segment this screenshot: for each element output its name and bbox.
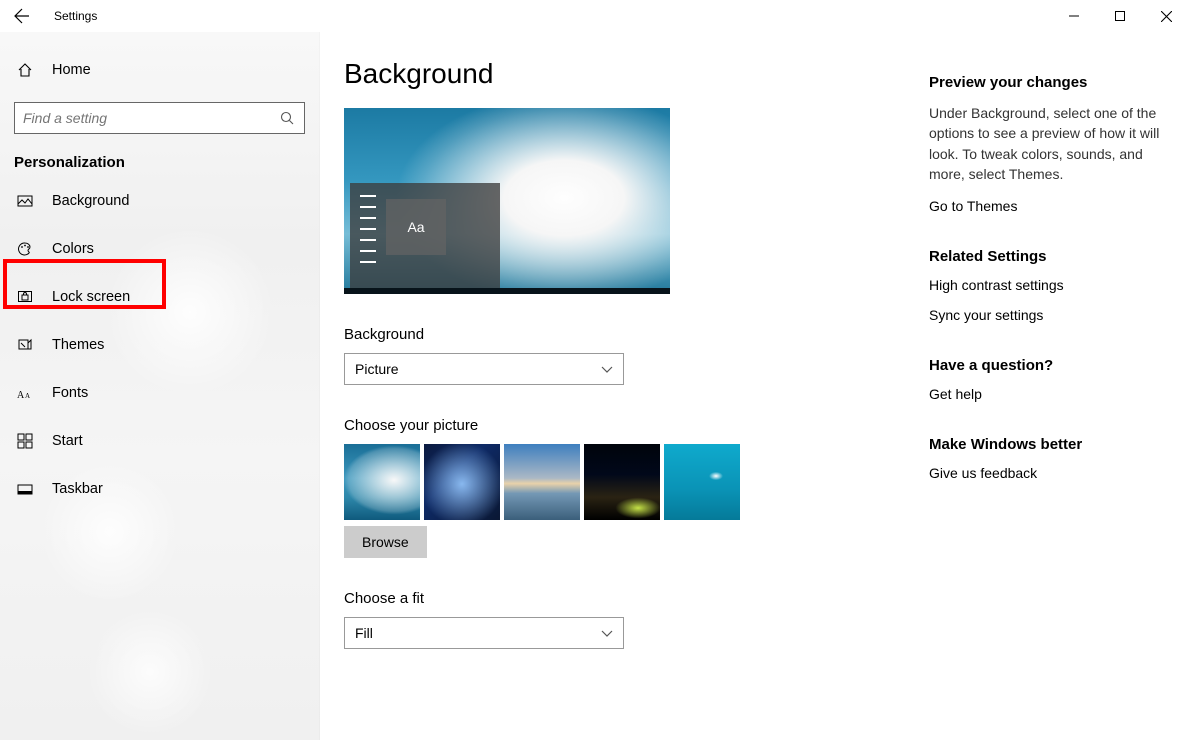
svg-text:A: A (17, 390, 25, 400)
picture-icon (16, 192, 34, 210)
preview-sample-text: Aa (386, 199, 446, 255)
picture-thumb[interactable] (584, 444, 660, 520)
right-pane: Preview your changes Under Background, s… (929, 32, 1189, 740)
choose-picture-label: Choose your picture (344, 417, 905, 434)
close-button[interactable] (1143, 0, 1189, 32)
preview-changes-heading: Preview your changes (929, 74, 1177, 91)
search-button[interactable] (275, 106, 299, 130)
sidebar-item-label: Colors (52, 241, 94, 257)
lock-screen-icon (16, 288, 34, 306)
make-better-heading: Make Windows better (929, 436, 1177, 453)
preview-start-menu: Aa (350, 183, 500, 288)
sidebar-item-label: Themes (52, 337, 104, 353)
maximize-icon (1115, 11, 1125, 21)
sidebar-item-taskbar[interactable]: Taskbar (0, 465, 319, 513)
sidebar: Home Personalization Background Colors (0, 32, 320, 740)
sidebar-item-start[interactable]: Start (0, 417, 319, 465)
sidebar-item-label: Home (52, 62, 91, 78)
sidebar-item-label: Background (52, 193, 129, 209)
sidebar-item-colors[interactable]: Colors (0, 225, 319, 273)
window-title: Settings (44, 9, 97, 23)
fit-dropdown-value: Fill (355, 625, 373, 641)
sidebar-item-themes[interactable]: Themes (0, 321, 319, 369)
back-arrow-icon (14, 8, 30, 24)
svg-text:A: A (25, 392, 30, 400)
close-icon (1161, 11, 1172, 22)
background-dropdown-value: Picture (355, 361, 399, 377)
search-icon (280, 111, 294, 125)
have-question-heading: Have a question? (929, 357, 1177, 374)
sidebar-item-label: Start (52, 433, 83, 449)
chevron-down-icon (601, 363, 613, 375)
search-field-wrap (14, 102, 305, 134)
back-button[interactable] (0, 0, 44, 32)
sidebar-item-home[interactable]: Home (0, 46, 319, 94)
go-to-themes-link[interactable]: Go to Themes (929, 198, 1177, 214)
choose-fit-label: Choose a fit (344, 590, 905, 607)
get-help-link[interactable]: Get help (929, 386, 1177, 402)
desktop-preview: Aa (344, 108, 670, 294)
fonts-icon: AA (16, 384, 34, 402)
sidebar-item-lock-screen[interactable]: Lock screen (0, 273, 319, 321)
browse-button[interactable]: Browse (344, 526, 427, 558)
picture-thumb[interactable] (504, 444, 580, 520)
titlebar: Settings (0, 0, 1189, 32)
high-contrast-link[interactable]: High contrast settings (929, 277, 1177, 293)
start-icon (16, 432, 34, 450)
window-controls (1051, 0, 1189, 32)
taskbar-icon (16, 480, 34, 498)
picture-thumbnails (344, 444, 905, 520)
picture-thumb[interactable] (344, 444, 420, 520)
page-title: Background (344, 58, 905, 90)
background-label: Background (344, 326, 905, 343)
preview-changes-body: Under Background, select one of the opti… (929, 103, 1177, 184)
related-settings-heading: Related Settings (929, 248, 1177, 265)
sidebar-group-header: Personalization (0, 144, 319, 177)
sync-settings-link[interactable]: Sync your settings (929, 307, 1177, 323)
maximize-button[interactable] (1097, 0, 1143, 32)
sidebar-item-fonts[interactable]: AA Fonts (0, 369, 319, 417)
home-icon (16, 61, 34, 79)
search-input[interactable] (14, 102, 305, 134)
picture-thumb[interactable] (424, 444, 500, 520)
main-content: Background Aa Background Picture Choose … (320, 32, 929, 740)
sidebar-item-label: Fonts (52, 385, 88, 401)
picture-thumb[interactable] (664, 444, 740, 520)
fit-dropdown[interactable]: Fill (344, 617, 624, 649)
sidebar-item-background[interactable]: Background (0, 177, 319, 225)
minimize-button[interactable] (1051, 0, 1097, 32)
palette-icon (16, 240, 34, 258)
sidebar-item-label: Lock screen (52, 289, 130, 305)
minimize-icon (1069, 11, 1079, 21)
background-dropdown[interactable]: Picture (344, 353, 624, 385)
sidebar-item-label: Taskbar (52, 481, 103, 497)
themes-icon (16, 336, 34, 354)
give-feedback-link[interactable]: Give us feedback (929, 465, 1177, 481)
chevron-down-icon (601, 627, 613, 639)
